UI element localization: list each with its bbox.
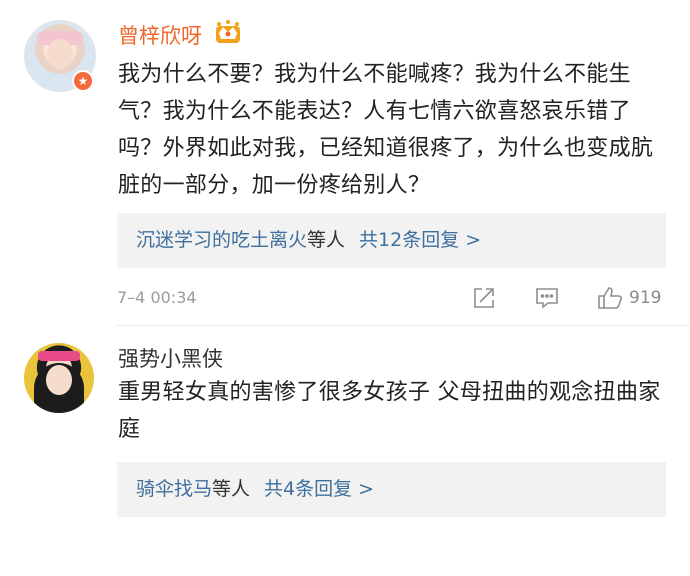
timestamp: 7–4 00:34 (117, 288, 197, 307)
comment-text: 我为什么不要？我为什么不能喊疼？我为什么不能生气？我为什么不能表达？人有七情六欲… (118, 62, 654, 198)
comment-divider (116, 325, 690, 326)
like-count: 919 (629, 288, 662, 308)
comment-item: ★ 曾梓欣呀 我为什么不要？我为什么不能喊疼？我为什么不能生气？我为什么不能表达… (0, 0, 690, 326)
replies-summary[interactable]: 骑伞找马等人 共4条回复 > (117, 462, 666, 517)
username[interactable]: 强势小黑侠 (118, 343, 223, 373)
comment-item: 强势小黑侠 重男轻女真的害惨了很多女孩子 父母扭曲的观念扭曲家庭 骑伞找马等人共… (0, 327, 690, 576)
reply-authors[interactable]: 沉迷学习的吃土离火 (136, 229, 307, 251)
reply-count-link[interactable]: 共12条回复 > (359, 229, 481, 251)
comment-icon[interactable] (534, 285, 560, 311)
comment-meta: 7–4 00:34 919 (117, 287, 670, 309)
reply-count-link[interactable]: 共4条回复 > (264, 478, 374, 500)
share-icon[interactable] (471, 285, 497, 311)
avatar-face (46, 365, 72, 395)
comment-text: 重男轻女真的害惨了很多女孩子 父母扭曲的观念扭曲家庭 (118, 380, 661, 442)
avatar-headband (38, 351, 80, 361)
crown-icon (216, 20, 240, 43)
replies-summary[interactable]: 沉迷学习的吃土离火等人 共12条回复 > (117, 213, 666, 268)
username[interactable]: 曾梓欣呀 (118, 20, 202, 50)
reply-authors-suffix: 等人 (212, 478, 251, 500)
reply-authors-suffix: 等人 (307, 229, 346, 251)
reply-authors[interactable]: 骑伞找马 (136, 478, 212, 500)
avatar-face (47, 39, 73, 69)
verified-badge-icon: ★ (72, 70, 94, 92)
thumbs-up-icon[interactable] (596, 285, 624, 311)
avatar[interactable] (24, 343, 94, 413)
